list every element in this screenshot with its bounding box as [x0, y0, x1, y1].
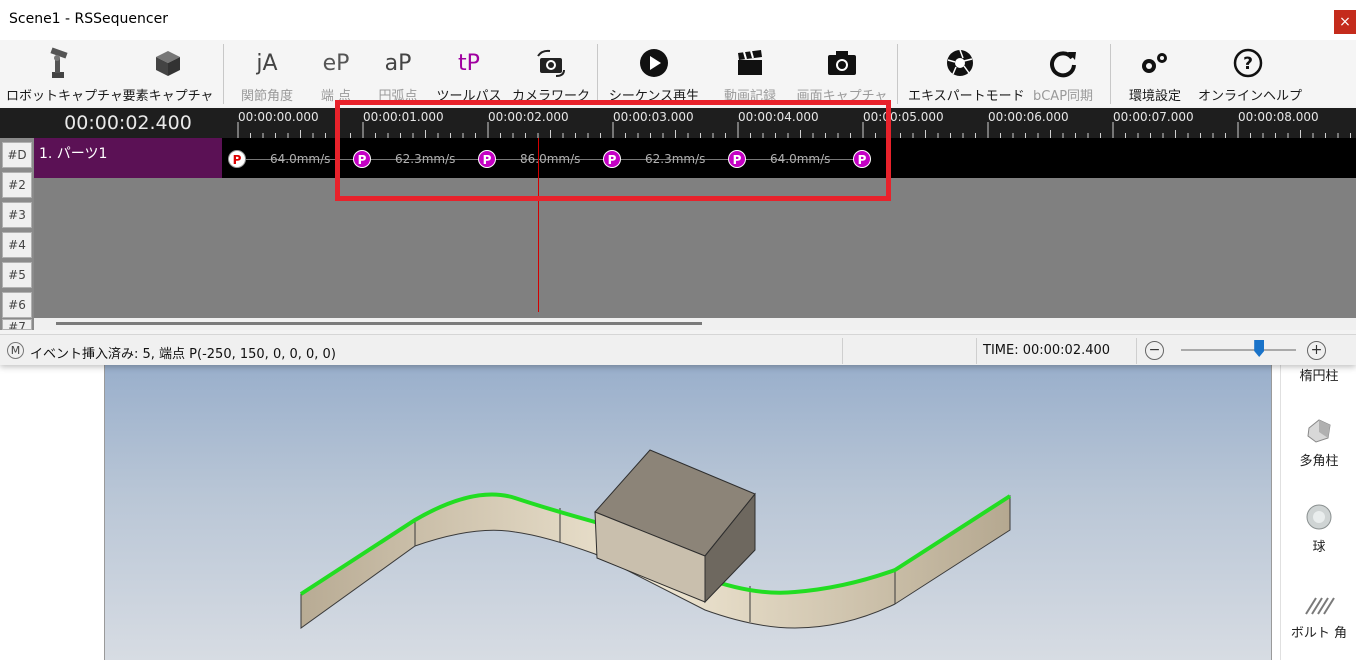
gears-icon [1138, 46, 1172, 80]
highlight-annotation-box [335, 100, 891, 201]
arc-point-button[interactable]: aP 円弧点 [368, 40, 428, 106]
event-marker-start[interactable]: P [228, 150, 246, 168]
shape-item-ellipse-cylinder[interactable]: 楕円柱 [1281, 365, 1356, 384]
shape-item-sphere[interactable]: 球 [1281, 502, 1356, 555]
3d-viewport[interactable] [104, 360, 1272, 660]
shape-item-label: 球 [1312, 540, 1326, 555]
sequence-play-button[interactable]: シーケンス再生 [604, 40, 704, 106]
robot-capture-button[interactable]: ロボットキャプチャ [6, 40, 123, 106]
status-time: TIME: 00:00:02.400 [983, 343, 1111, 358]
sphere-icon [1306, 504, 1332, 530]
ruler-label: 00:00:00.000 [238, 110, 319, 124]
play-icon [637, 46, 671, 80]
status-divider [842, 338, 843, 364]
toolbar-separator [597, 44, 598, 104]
end-point-icon: eP [322, 50, 350, 76]
row-label[interactable]: #4 [2, 232, 32, 258]
zoom-slider-thumb[interactable] [1254, 340, 1265, 357]
toolbar-separator [223, 44, 224, 104]
status-divider [1136, 338, 1137, 364]
3d-scene [299, 449, 1012, 629]
video-record-button[interactable]: 動画記録 [712, 40, 788, 106]
expert-mode-button[interactable]: エキスパートモード [908, 40, 1025, 106]
current-time-display: 00:00:02.400 [34, 108, 222, 138]
status-message: イベント挿入済み: 5, 端点 P(-250, 150, 0, 0, 0, 0) [30, 347, 336, 362]
clapperboard-icon [733, 46, 767, 80]
joint-angle-button[interactable]: jA 関節角度 [234, 40, 300, 106]
online-help-button[interactable]: ? オンラインヘルプ [1198, 40, 1302, 106]
sync-icon [1046, 46, 1080, 80]
row-label[interactable]: #6 [2, 292, 32, 318]
close-button[interactable]: × [1334, 10, 1356, 34]
status-divider [976, 338, 977, 364]
status-bar: M イベント挿入済み: 5, 端点 P(-250, 150, 0, 0, 0, … [0, 334, 1356, 365]
cube-icon [151, 46, 185, 80]
joint-angle-icon: jA [256, 50, 278, 76]
shape-item-polygon-prism[interactable]: 多角柱 [1281, 416, 1356, 469]
row-label[interactable]: #5 [2, 262, 32, 288]
toolbar-separator [1110, 44, 1111, 104]
camera-rotate-icon [534, 46, 568, 80]
shape-item-label: 楕円柱 [1299, 369, 1339, 384]
track-name[interactable]: 1. パーツ1 [34, 138, 222, 178]
ruler-label: 00:00:06.000 [988, 110, 1069, 124]
shape-item-label: 多角柱 [1299, 454, 1339, 469]
mode-indicator-icon: M [7, 342, 24, 359]
shape-palette: 楕円柱 多角柱 球 ボルト 角 [1280, 360, 1356, 660]
speed-label: 64.0mm/s [270, 152, 331, 166]
end-point-button[interactable]: eP 端 点 [306, 40, 366, 106]
row-label[interactable]: #7 [2, 319, 32, 330]
ruler-label: 00:00:07.000 [1113, 110, 1194, 124]
arc-point-icon: aP [384, 50, 412, 76]
ruler-label: 00:00:08.000 [1238, 110, 1319, 124]
shape-item-label: ボルト 角 [1290, 626, 1348, 641]
robot-arm-icon [41, 46, 75, 80]
element-capture-button[interactable]: 要素キャプチャ [120, 40, 216, 106]
row-label[interactable]: #2 [2, 172, 32, 198]
box-workpiece [594, 449, 756, 604]
toolbar: ロボットキャプチャ 要素キャプチャ jA 関節角度 eP 端 点 aP 円弧点 … [0, 40, 1356, 106]
camera-icon [825, 46, 859, 80]
zoom-slider[interactable] [1181, 349, 1296, 351]
tool-path-button[interactable]: tP ツールパス [434, 40, 504, 106]
window-title: Scene1 - RSSequencer [9, 11, 168, 27]
svg-text:?: ? [1243, 54, 1253, 74]
row-label[interactable]: #D [2, 142, 32, 168]
track-gutter-header [0, 108, 34, 138]
shape-item-bolt[interactable]: ボルト 角 [1281, 590, 1356, 641]
bolt-icon [1305, 597, 1335, 615]
environment-settings-button[interactable]: 環境設定 [1118, 40, 1192, 106]
toolbar-separator [897, 44, 898, 104]
horizontal-scrollbar[interactable] [34, 318, 1356, 330]
screen-capture-button[interactable]: 画面キャプチャ [796, 40, 888, 106]
row-label[interactable]: #3 [2, 202, 32, 228]
zoom-in-button[interactable]: + [1307, 341, 1326, 360]
rssequencer-window: Scene1 - RSSequencer × ロボットキャプチャ 要素キャプチャ… [0, 0, 1356, 365]
tool-path-icon: tP [458, 50, 480, 76]
camera-work-button[interactable]: カメラワーク [512, 40, 590, 106]
scrollbar-thumb[interactable] [56, 322, 702, 325]
zoom-out-button[interactable]: − [1145, 341, 1164, 360]
polygon-prism-icon [1307, 419, 1331, 443]
help-icon: ? [1231, 46, 1265, 80]
bcap-sync-button[interactable]: bCAP同期 [1024, 40, 1102, 106]
aperture-icon [943, 46, 977, 80]
title-bar[interactable]: Scene1 - RSSequencer × [0, 0, 1356, 40]
